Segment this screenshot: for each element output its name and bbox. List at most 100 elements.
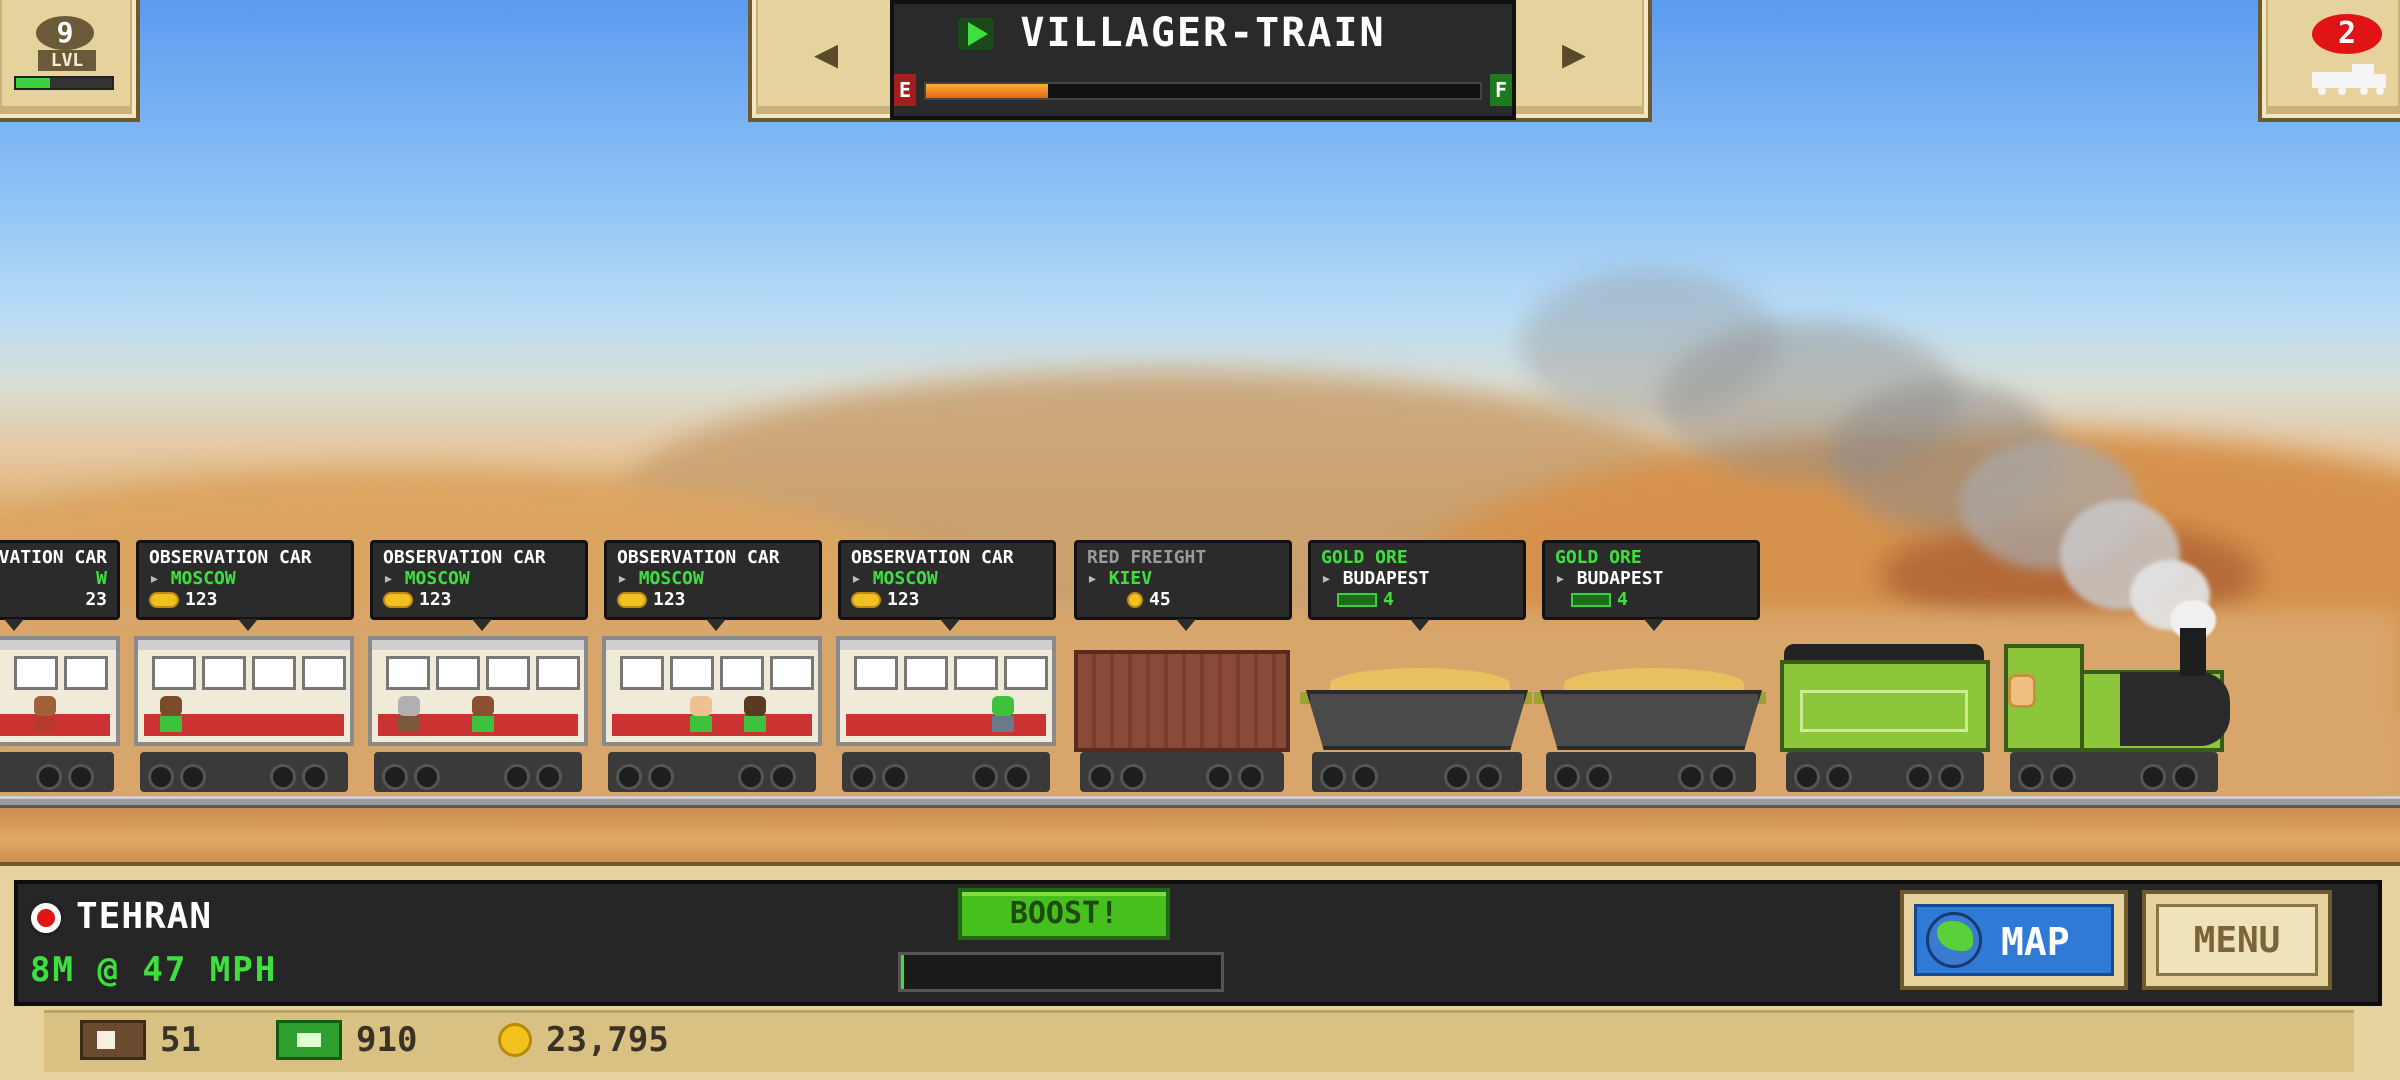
car-label[interactable]: VATION CAR W 23 <box>0 540 120 631</box>
car-window <box>486 656 530 690</box>
wheel <box>1320 764 1346 790</box>
coin-icon <box>498 1023 532 1057</box>
level-label: LVL <box>38 50 96 71</box>
car-type: RED FREIGHT <box>1087 547 1207 568</box>
wheel <box>1476 764 1502 790</box>
wheel <box>1710 764 1736 790</box>
wheel <box>1352 764 1378 790</box>
globe-icon <box>1926 912 1982 968</box>
observation-car[interactable] <box>0 636 120 746</box>
car-destination: ▸ MOSCOW <box>383 568 470 589</box>
car-value: 123 <box>149 589 341 610</box>
fuel-fill <box>926 84 1048 98</box>
car-destination: W <box>96 568 107 589</box>
train-alerts-button[interactable]: 2 <box>2258 0 2400 122</box>
car-type: OBSERVATION CAR <box>617 547 780 568</box>
wheel <box>1794 764 1820 790</box>
train-icon <box>2312 64 2386 95</box>
car-destination: ▸ MOSCOW <box>149 568 236 589</box>
passenger <box>472 696 494 732</box>
wheel <box>1238 764 1264 790</box>
wheel <box>1088 764 1114 790</box>
observation-car[interactable] <box>602 636 822 746</box>
coins-counter[interactable]: 23,795 <box>498 1020 669 1060</box>
tickets-counter[interactable]: 51 <box>80 1020 201 1060</box>
car-destination: ▸ MOSCOW <box>617 568 704 589</box>
car-destination: ▸ BUDAPEST <box>1321 568 1430 589</box>
gold-ore-car[interactable] <box>1306 690 1528 750</box>
wheel <box>536 764 562 790</box>
car-label[interactable]: GOLD ORE ▸ BUDAPEST 4 <box>1542 540 1760 631</box>
car-label[interactable]: OBSERVATION CAR ▸ MOSCOW 123 <box>838 540 1056 631</box>
observation-car[interactable] <box>134 636 354 746</box>
wheel <box>180 764 206 790</box>
wheel <box>1938 764 1964 790</box>
map-label: MAP <box>2001 920 2070 964</box>
wheel <box>504 764 530 790</box>
coin-icon <box>617 591 647 608</box>
passenger <box>34 696 56 732</box>
observation-car[interactable] <box>836 636 1056 746</box>
car-window <box>770 656 814 690</box>
menu-button[interactable]: MENU <box>2142 890 2332 990</box>
wheel <box>382 764 408 790</box>
rail-track <box>0 796 2400 808</box>
cargo-icon <box>1337 592 1377 607</box>
wheel <box>1906 764 1932 790</box>
wheel <box>1120 764 1146 790</box>
wheel <box>1586 764 1612 790</box>
wheel <box>1206 764 1232 790</box>
tender-panel <box>1800 690 1968 732</box>
wheel <box>972 764 998 790</box>
play-icon <box>958 18 994 50</box>
coin-icon <box>149 591 179 608</box>
car-label[interactable]: OBSERVATION CAR ▸ MOSCOW 123 <box>604 540 822 631</box>
car-window <box>670 656 714 690</box>
location-pin-icon <box>28 900 64 936</box>
wheel <box>68 764 94 790</box>
level-indicator[interactable]: 9 LVL <box>0 0 140 122</box>
wheel <box>2050 764 2076 790</box>
passenger <box>744 696 766 732</box>
fuel-gauge: E F <box>894 70 1512 110</box>
gold-ore-car[interactable] <box>1540 690 1762 750</box>
cash-counter[interactable]: 910 <box>276 1020 417 1060</box>
car-label[interactable]: OBSERVATION CAR ▸ MOSCOW 123 <box>136 540 354 631</box>
car-label[interactable]: RED FREIGHT ▸ KIEV 45 <box>1074 540 1292 631</box>
current-location: TEHRAN <box>76 896 213 937</box>
seat-row <box>846 714 1046 736</box>
wheel <box>1444 764 1470 790</box>
fuel-full-label: F <box>1490 74 1512 106</box>
speed-readout: 8M @ 47 MPH <box>30 950 278 990</box>
arrow-right-icon[interactable]: ▶ <box>1514 14 1634 94</box>
car-value: 4 <box>1555 589 1747 610</box>
car-value: 123 <box>383 589 575 610</box>
red-freight-car[interactable] <box>1074 650 1290 752</box>
car-value: 23 <box>85 589 107 610</box>
alerts-count-badge: 2 <box>2312 14 2382 54</box>
coin-icon <box>1127 591 1143 608</box>
car-window <box>1004 656 1048 690</box>
locomotive-chimney <box>2180 628 2206 676</box>
car-value: 123 <box>851 589 1043 610</box>
arrow-left-icon[interactable]: ◀ <box>766 14 886 94</box>
level-progress-bar <box>14 76 114 90</box>
boost-button[interactable]: BOOST! <box>958 888 1170 940</box>
menu-label: MENU <box>2156 904 2318 976</box>
car-type: GOLD ORE <box>1321 547 1408 568</box>
car-window <box>854 656 898 690</box>
wheel <box>2140 764 2166 790</box>
observation-car[interactable] <box>368 636 588 746</box>
coin-icon <box>851 591 881 608</box>
ground-strip <box>0 808 2400 870</box>
car-label[interactable]: GOLD ORE ▸ BUDAPEST 4 <box>1308 540 1526 631</box>
wheel <box>850 764 876 790</box>
car-label[interactable]: OBSERVATION CAR ▸ MOSCOW 123 <box>370 540 588 631</box>
wheel <box>414 764 440 790</box>
fuel-track <box>924 82 1482 100</box>
car-window <box>152 656 196 690</box>
wheel <box>2018 764 2044 790</box>
wheel <box>302 764 328 790</box>
map-button[interactable]: MAP <box>1900 890 2128 990</box>
wheel <box>1004 764 1030 790</box>
